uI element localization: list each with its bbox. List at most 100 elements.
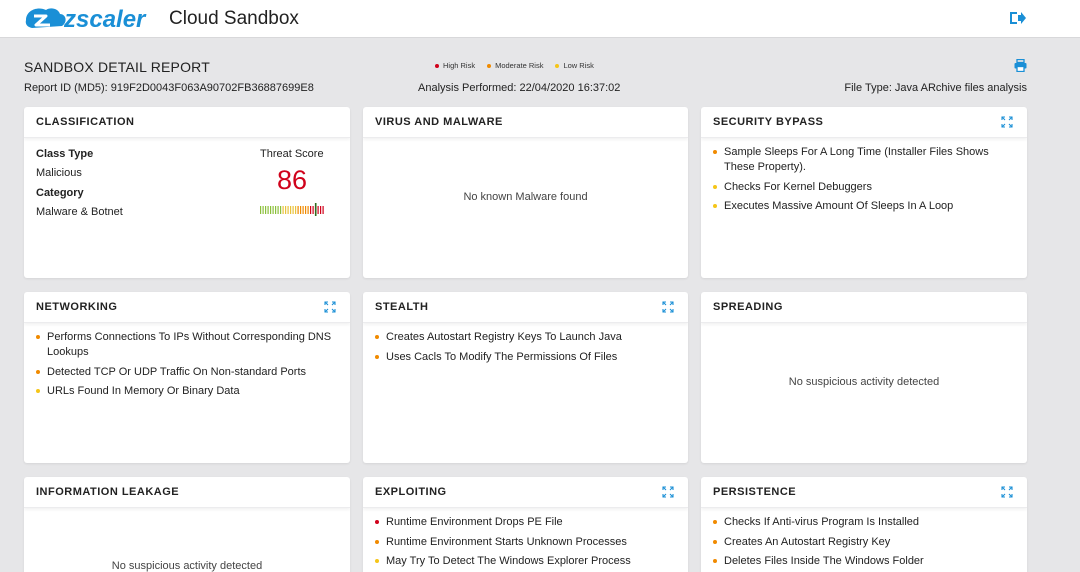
low-risk-dot [555,63,560,68]
list-item: Creates Autostart Registry Keys To Launc… [375,330,676,345]
gauge-tick [292,206,294,214]
networking-list: Performs Connections To IPs Without Corr… [24,323,350,399]
stealth-card: STEALTH Creates Autostart Registry Keys … [363,292,688,463]
exploiting-list: Runtime Environment Drops PE File Runtime… [363,508,688,569]
gauge-tick [277,206,279,214]
stealth-list: Creates Autostart Registry Keys To Launc… [363,323,688,365]
top-bar: zscaler Cloud Sandbox [0,0,1080,38]
list-item-text: Creates An Autostart Registry Key [724,535,891,548]
card-header: INFORMATION LEAKAGE [24,477,350,508]
list-item-text: Detected TCP Or UDP Traffic On Non-stand… [47,365,307,378]
gauge-tick [275,206,277,214]
list-item: Checks If Anti-virus Program Is Installe… [713,515,1015,530]
card-header: SECURITY BYPASS [701,107,1027,138]
low-risk-bullet-icon [375,559,379,563]
category-label: Category [36,187,84,199]
expand-icon[interactable] [1001,486,1013,498]
moderate-risk-bullet-icon [375,539,379,544]
threat-score-value: 86 [277,165,308,195]
expand-icon[interactable] [324,301,336,313]
list-item: Creates An Autostart Registry Key [713,535,1015,550]
gauge-tick [285,206,287,214]
card-header: STEALTH [363,292,688,323]
gauge-tick [297,206,299,214]
expand-icon[interactable] [662,486,674,498]
list-item: Uses Cacls To Modify The Permissions Of … [375,350,676,365]
moderate-risk-dot [487,63,492,68]
category-value: Malware & Botnet [36,206,123,218]
gauge-tick [310,206,312,214]
expand-icon[interactable] [662,301,674,313]
gauge-tick [265,206,267,214]
gauge-tick [272,206,274,214]
card-title: STEALTH [375,301,429,313]
list-item-text: May Try To Detect The Windows Explorer P… [386,555,631,567]
list-item-text: Creates Autostart Registry Keys To Launc… [386,331,622,343]
list-item-text: Executes Massive Amount Of Sleeps In A L… [724,200,954,212]
list-item-text: Uses Cacls To Modify The Permissions Of … [386,350,618,363]
app-title: Cloud Sandbox [169,8,299,29]
gauge-tick [287,206,289,214]
risk-legend: High Risk Moderate Risk Low Risk [435,61,606,70]
virus-malware-card: VIRUS AND MALWARE No known Malware found [363,107,688,278]
card-header: EXPLOITING [363,477,688,508]
class-type-value: Malicious [36,167,82,179]
legend-moderate-risk: Moderate Risk [487,61,543,70]
card-header: PERSISTENCE [701,477,1027,508]
gauge-tick [295,206,297,214]
report-id: Report ID (MD5): 919F2D0043F063A90702FB3… [24,82,314,94]
moderate-risk-bullet-icon [713,559,717,563]
report-title: SANDBOX DETAIL REPORT [24,59,210,75]
gauge-tick [262,206,264,214]
list-item: Runtime Environment Drops PE File [375,515,676,530]
high-risk-bullet-icon [375,520,379,524]
card-title: SPREADING [713,301,783,313]
card-header: VIRUS AND MALWARE [363,107,688,138]
legend-label: High Risk [443,61,476,70]
card-title: INFORMATION LEAKAGE [36,486,180,498]
gauge-tick [317,206,319,214]
gauge-tick [305,206,307,214]
empty-message: No suspicious activity detected [111,560,263,572]
information-leakage-card: INFORMATION LEAKAGE No suspicious activi… [24,477,350,572]
gauge-tick [322,206,324,214]
list-item-text: Checks For Kernel Debuggers [724,180,872,193]
zscaler-logo[interactable]: zscaler [24,4,156,34]
logout-icon[interactable] [1009,10,1027,26]
printer-icon[interactable] [1014,59,1027,72]
high-risk-dot [435,63,439,68]
card-title: PERSISTENCE [713,486,797,498]
moderate-risk-bullet-icon [375,354,379,359]
list-item: URLs Found In Memory Or Binary Data [36,384,338,399]
card-title: EXPLOITING [375,486,447,498]
moderate-risk-bullet-icon [375,335,379,339]
gauge-tick [290,206,292,214]
legend-label: Low Risk [563,61,594,70]
class-type-label: Class Type [36,148,94,160]
list-item: Performs Connections To IPs Without Corr… [36,330,338,360]
gauge-tick [307,206,309,214]
moderate-risk-bullet-icon [36,335,40,339]
expand-icon[interactable] [1001,116,1013,128]
list-item-text: Sample Sleeps For A Long Time (Installer… [724,146,989,173]
low-risk-bullet-icon [36,389,40,393]
list-item: Runtime Environment Starts Unknown Proce… [375,535,676,550]
gauge-tick [260,206,262,214]
gauge-tick [270,206,272,214]
analysis-performed: Analysis Performed: 22/04/2020 16:37:02 [418,82,621,94]
legend-label: Moderate Risk [495,61,544,70]
card-title: CLASSIFICATION [36,116,135,128]
gauge-marker [314,203,317,216]
list-item-text: Runtime Environment Starts Unknown Proce… [386,535,627,548]
classification-body: Class Type Malicious Category Malware & … [24,138,350,278]
persistence-list: Checks If Anti-virus Program Is Installe… [701,508,1027,569]
classification-card: CLASSIFICATION Class Type Malicious Cate… [24,107,350,278]
list-item-text: URLs Found In Memory Or Binary Data [47,385,240,397]
low-risk-bullet-icon [713,184,717,189]
list-item-text: Performs Connections To IPs Without Corr… [47,331,332,358]
moderate-risk-bullet-icon [36,369,40,374]
security-bypass-card: SECURITY BYPASS Sample Sleeps For A Long… [701,107,1027,278]
persistence-card: PERSISTENCE Checks If Anti-virus Program… [701,477,1027,572]
moderate-risk-bullet-icon [713,150,717,154]
security-bypass-list: Sample Sleeps For A Long Time (Installer… [701,138,1027,214]
